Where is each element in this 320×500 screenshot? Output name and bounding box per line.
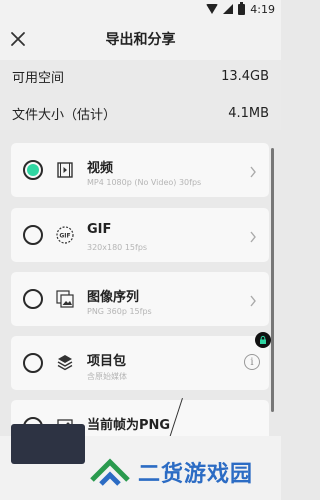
option-title: 图像序列 [87,290,140,305]
info-icon[interactable]: i [244,354,260,370]
watermark-logo-icon [90,458,130,486]
storage-info: 可用空间 13.4GB 文件大小（估计） 4.1MB [0,60,281,130]
option-image-sequence[interactable]: 图像序列 PNG 360p 15fps [11,272,269,326]
image-sequence-icon [55,289,75,309]
option-title: GIF [87,222,112,237]
option-title: 项目包 [87,354,127,369]
chevron-right-icon [249,292,257,307]
watermark: 二货游戏园 [84,444,281,500]
option-video[interactable]: 视频 MP4 1080p (No Video) 30fps [11,143,269,197]
option-subtitle: 含原始媒体 [87,372,127,381]
option-project-package[interactable]: 项目包 含原始媒体 i [11,336,269,390]
option-subtitle: MP4 1080p (No Video) 30fps [87,178,202,187]
option-subtitle: PNG 360p 15fps [87,307,152,316]
available-space-row: 可用空间 13.4GB [12,66,269,86]
package-icon [55,353,75,373]
radio-button[interactable] [23,289,43,309]
status-bar: 4:19 [0,0,281,18]
scrollbar[interactable] [271,148,274,412]
status-time: 4:19 [250,2,275,16]
page-title: 导出和分享 [105,32,176,48]
radio-button[interactable] [23,353,43,373]
video-icon [55,160,75,180]
chevron-right-icon [249,163,257,178]
wifi-icon [206,4,219,14]
radio-button[interactable] [23,225,43,245]
file-size-row: 文件大小（估计） 4.1MB [12,103,269,123]
close-button[interactable] [8,29,28,49]
svg-text:GIF: GIF [59,233,70,240]
file-size-label: 文件大小（估计） [12,107,117,123]
signal-icon [223,4,234,14]
watermark-text: 二货游戏园 [138,462,254,487]
option-subtitle: 320x180 15fps [87,243,148,252]
available-space-label: 可用空间 [12,70,65,86]
file-size-value: 4.1MB [228,105,269,121]
option-title: 视频 [87,161,114,176]
option-title: 当前帧为PNG [87,418,171,433]
lock-icon[interactable] [255,332,271,348]
battery-icon [238,1,246,15]
available-space-value: 13.4GB [221,68,269,84]
option-gif[interactable]: GIF GIF 320x180 15fps [11,208,269,262]
close-icon [11,32,25,46]
chevron-right-icon [249,228,257,243]
header: 导出和分享 [0,18,281,60]
export-button[interactable] [11,424,85,464]
gif-icon: GIF [55,225,75,245]
radio-button-selected[interactable] [23,160,43,180]
